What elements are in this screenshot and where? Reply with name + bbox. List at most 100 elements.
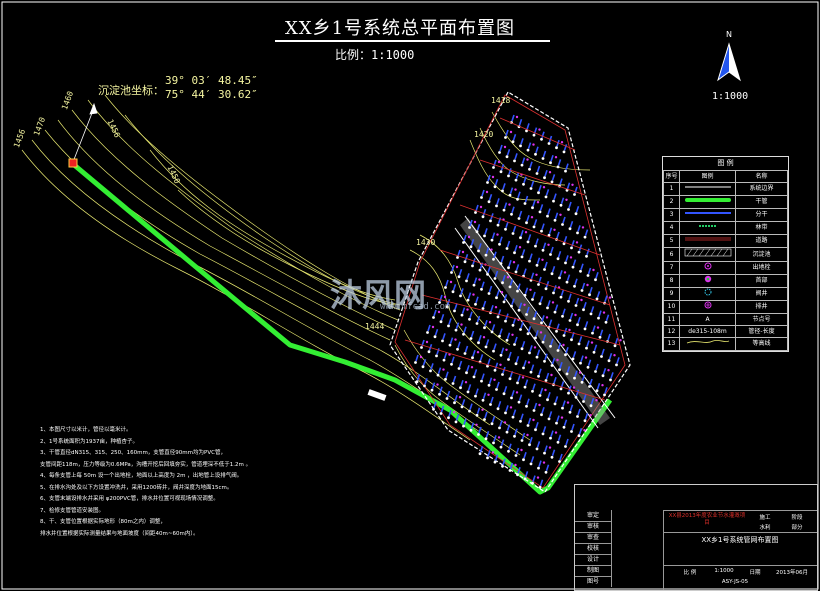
hydrant-marker (567, 299, 570, 303)
hydrant-marker (600, 355, 603, 358)
branch-pipe-segment (601, 348, 605, 356)
branch-pipe-segment (511, 206, 515, 214)
hydrant-marker (595, 389, 599, 393)
hydrant-marker (513, 343, 516, 346)
valve-marker (586, 283, 589, 287)
valve-marker (542, 186, 546, 189)
valve-marker (523, 303, 526, 306)
branch-pipe-segment (496, 289, 500, 297)
hydrant-marker (540, 229, 543, 233)
branch-pipe-segment (488, 193, 493, 201)
valve-marker (509, 130, 513, 134)
branch-pipe-segment (530, 364, 535, 371)
title-block-divider (663, 532, 817, 533)
branch-pipe-segment (542, 426, 547, 433)
valve-marker (503, 421, 507, 424)
branch-pipe-segment (590, 306, 595, 313)
legend-row-no: 3 (663, 208, 680, 222)
hydrant-marker (466, 298, 470, 302)
branch-pipe-segment (500, 255, 505, 263)
hydrant-marker (562, 150, 566, 154)
hydrant-marker (516, 197, 519, 201)
hydrant-marker (493, 185, 497, 189)
hydrant-marker (550, 364, 554, 367)
branch-pipe-segment (490, 304, 494, 312)
hydrant-marker (496, 407, 500, 411)
branch-pipe-segment (542, 242, 547, 250)
hydrant-marker (423, 384, 426, 388)
branch-pipe-segment (482, 392, 487, 400)
valve-marker (554, 156, 558, 159)
hydrant-marker (486, 272, 489, 276)
valve-marker (442, 368, 445, 371)
hydrant-marker (604, 320, 608, 324)
branch-pipe-segment (511, 390, 515, 397)
valve-marker (532, 418, 535, 422)
hydrant-marker (522, 366, 525, 370)
title-underline (275, 40, 550, 42)
branch-pipe-segment (520, 138, 524, 145)
branch-pipe-segment (502, 183, 506, 190)
hydrant-marker (516, 473, 519, 477)
drawing-title: XX乡1号系统总平面布置图 (284, 18, 516, 39)
branch-pipe-segment (554, 304, 559, 311)
branch-pipe-segment (605, 314, 610, 322)
branch-pipe-segment (535, 421, 539, 429)
branch-pipe-segment (584, 321, 589, 328)
branch-pipe-segment (499, 420, 503, 427)
branch-pipe-segment (541, 223, 545, 230)
hydrant-marker (577, 250, 581, 254)
north-letter: N (726, 30, 732, 39)
branch-pipe-segment (500, 347, 505, 355)
branch-pipe-segment (541, 406, 545, 414)
branch-pipe-segment (452, 375, 457, 383)
branch-pipe-segment (593, 344, 598, 352)
branch-pipe-segment (481, 281, 485, 289)
valve-marker (559, 213, 562, 216)
hydrant-marker (531, 206, 534, 210)
valve-well-icon (679, 287, 736, 301)
hydrant-marker (582, 400, 585, 403)
hydrant-marker (442, 358, 446, 362)
branch-pipe-segment (595, 363, 599, 371)
branch-pipe-segment (514, 336, 518, 344)
branch-pipe-segment (550, 246, 554, 254)
branch-pipe-segment (557, 159, 562, 166)
branch-pipe-segment (538, 368, 542, 376)
note-line: 4、每条支管上每 50m 设一个出地栓，地面以上高度为 2m ，出地管上设排气阀… (40, 473, 243, 479)
hydrant-marker (544, 379, 548, 382)
hydrant-marker (537, 191, 540, 195)
hydrant-marker (433, 335, 437, 339)
north-scale: 1:1000 (712, 91, 749, 102)
sedimentation-pond (68, 158, 78, 168)
valve-marker (574, 313, 577, 317)
hydrant-marker (574, 304, 578, 307)
branch-pipe-segment (568, 201, 572, 209)
hydrant-marker (568, 410, 572, 414)
hydrant-marker (568, 319, 572, 322)
valve-marker (493, 378, 496, 381)
hydrant-marker (541, 248, 545, 252)
legend-row-no: 12 (663, 325, 680, 338)
valve-marker (487, 393, 490, 396)
drawing-name: XX乡1号系统管网布置图 (701, 536, 779, 544)
hydrant-marker (532, 409, 536, 412)
branch-pipe-segment (536, 257, 541, 265)
hydrant-marker (607, 359, 611, 363)
branch-pipe-segment (571, 423, 575, 431)
legend-row-name: 系统边界 (735, 182, 788, 196)
hydrant-marker (574, 212, 578, 216)
branch-pipe-segment (547, 208, 551, 215)
hydrant-marker (520, 347, 524, 351)
hydrant-marker (520, 163, 524, 167)
branch-pipe-segment (562, 216, 566, 224)
hydrant-marker (451, 290, 455, 294)
hydrant-icon (679, 261, 736, 275)
branch-pipe-segment (499, 236, 503, 244)
hydrant-marker (508, 285, 512, 289)
valve-marker (481, 408, 484, 411)
hydrant-marker (529, 187, 533, 190)
branch-pipe-segment (524, 379, 529, 386)
branch-pipe-segment (475, 204, 479, 212)
hydrant-marker (480, 287, 483, 291)
